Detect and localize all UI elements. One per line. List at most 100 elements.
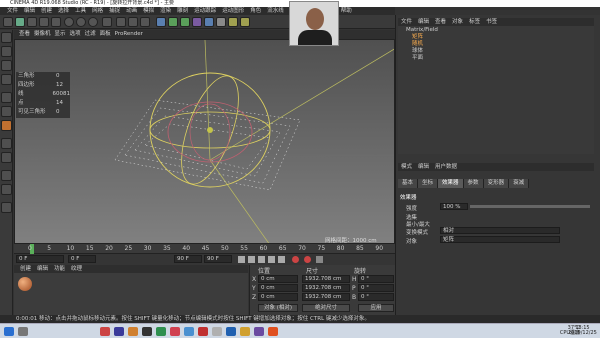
menu-item-3[interactable]: 选择 [55,7,72,15]
scale-icon[interactable] [39,17,49,27]
preview-end-field[interactable]: 90 F [204,255,232,263]
app-icon[interactable] [254,327,264,336]
object-row[interactable]: Matrix/Field [398,27,594,34]
edges-mode-icon[interactable] [1,106,12,117]
attributes-tab-5[interactable]: 衰减 [509,179,530,188]
autokey-icon[interactable] [304,256,311,263]
size-z-field[interactable]: 1932.708 cm [302,293,350,301]
size-x-field[interactable]: 1932.708 cm [302,275,350,283]
cinema4d-icon[interactable] [142,327,152,336]
menu-item-4[interactable]: 工具 [72,7,89,15]
z-axis-icon[interactable] [88,17,98,27]
size-mode-dropdown[interactable]: 绝对尺寸 [302,304,350,312]
app-icon[interactable] [128,327,138,336]
size-y-field[interactable]: 1932.708 cm [302,284,350,292]
apply-button[interactable]: 应用 [358,304,394,312]
floor-icon[interactable] [216,17,226,27]
app-icon[interactable] [170,327,180,336]
menu-item-12[interactable]: 运动图形 [219,7,247,15]
points-mode-icon[interactable] [1,92,12,103]
camera-icon[interactable] [228,17,238,27]
coord-system-icon[interactable] [102,17,112,27]
3d-viewport[interactable] [14,39,395,244]
app-icon[interactable] [212,327,222,336]
viewport-menu-item-5[interactable]: 面板 [98,30,113,39]
strength-slider[interactable] [470,205,590,208]
object-menu-item-4[interactable]: 标签 [466,18,483,26]
timeline-ruler[interactable]: 0 5 10 15 20 25 30 35 40 45 50 55 60 65 70 75 80 85 90 [14,244,395,254]
live-select-icon[interactable] [15,17,25,27]
menu-item-5[interactable]: 网格 [89,7,106,15]
menu-item-7[interactable]: 动画 [123,7,140,15]
object-row[interactable]: 球体 [398,48,594,55]
pen-icon[interactable] [168,17,178,27]
attributes-menu-item-2[interactable]: 用户数据 [432,163,460,171]
menu-item-8[interactable]: 模拟 [140,7,157,15]
next-frame-icon[interactable] [268,256,275,263]
menu-item-9[interactable]: 渲染 [157,7,174,15]
attributes-menu-item-1[interactable]: 编辑 [415,163,432,171]
app-icon[interactable] [156,327,166,336]
play-icon[interactable] [258,256,265,263]
pos-z-field[interactable]: 0 cm [258,293,298,301]
attributes-menu-item-0[interactable]: 模式 [398,163,415,171]
light-icon[interactable] [240,17,250,27]
object-row[interactable]: 矩阵 [398,34,594,41]
start-frame-field[interactable]: 0 F [16,255,64,263]
coord-mode-dropdown[interactable]: 对象 (相对) [258,304,298,312]
snap-icon[interactable] [1,170,12,181]
viewport-menu-item-1[interactable]: 摄像机 [32,30,53,39]
menu-item-10[interactable]: 雕刻 [174,7,191,15]
blend-mode-dropdown[interactable]: 相对 [440,227,560,234]
app-icon[interactable] [100,327,110,336]
object-menu-item-1[interactable]: 编辑 [415,18,432,26]
end-frame-field[interactable]: 90 F [174,255,202,263]
menu-item-11[interactable]: 运动跟踪 [191,7,219,15]
go-start-icon[interactable] [238,256,245,263]
rotate-icon[interactable] [51,17,61,27]
lock-icon[interactable] [1,184,12,195]
attributes-tab-2[interactable]: 效果器 [438,179,464,188]
pos-x-field[interactable]: 0 cm [258,275,298,283]
menu-item-1[interactable]: 编辑 [21,7,38,15]
prev-frame-icon[interactable] [248,256,255,263]
app-icon[interactable] [226,327,236,336]
keyframe-icon[interactable] [316,256,323,263]
cube-icon[interactable] [156,17,166,27]
make-editable-icon[interactable] [1,32,12,43]
viewport-menu-item-0[interactable]: 查看 [17,30,32,39]
rot-p-field[interactable]: 0 ° [358,284,394,292]
viewport-menu-item-4[interactable]: 过滤 [83,30,98,39]
render-settings-icon[interactable] [140,17,150,27]
app-icon[interactable] [114,327,124,336]
texture-mode-icon[interactable] [1,60,12,71]
array-icon[interactable] [192,17,202,27]
axis-mode-icon[interactable] [1,138,12,149]
attributes-tab-1[interactable]: 坐标 [418,179,439,188]
material-manager[interactable] [14,273,248,315]
object-row[interactable]: 平面 [398,55,594,62]
app-icon[interactable] [268,327,278,336]
object-menu-item-3[interactable]: 对象 [449,18,466,26]
attributes-tab-4[interactable]: 变形器 [483,179,510,188]
material-menu-item-1[interactable]: 编辑 [34,265,51,273]
object-menu-item-0[interactable]: 文件 [398,18,415,26]
y-axis-icon[interactable] [76,17,86,27]
go-end-icon[interactable] [278,256,285,263]
polygons-mode-icon[interactable] [1,120,12,131]
target-field[interactable]: 矩阵 [440,236,560,243]
pos-y-field[interactable]: 0 cm [258,284,298,292]
attributes-tab-0[interactable]: 基本 [398,179,419,188]
rot-h-field[interactable]: 0 ° [358,275,394,283]
menu-item-18[interactable]: 帮助 [338,7,355,15]
grid-icon[interactable] [1,202,12,213]
undo-icon[interactable] [3,17,13,27]
object-row[interactable]: 随机 [398,41,594,48]
menu-item-14[interactable]: 流水线 [264,7,287,15]
model-mode-icon[interactable] [1,46,12,57]
material-menu-item-0[interactable]: 创建 [17,265,34,273]
clock[interactable]: 18:15 2019/12/25 [568,326,597,336]
strength-field[interactable]: 100 % [440,203,468,210]
menu-item-13[interactable]: 角色 [247,7,264,15]
viewport-menu-item-3[interactable]: 选项 [68,30,83,39]
